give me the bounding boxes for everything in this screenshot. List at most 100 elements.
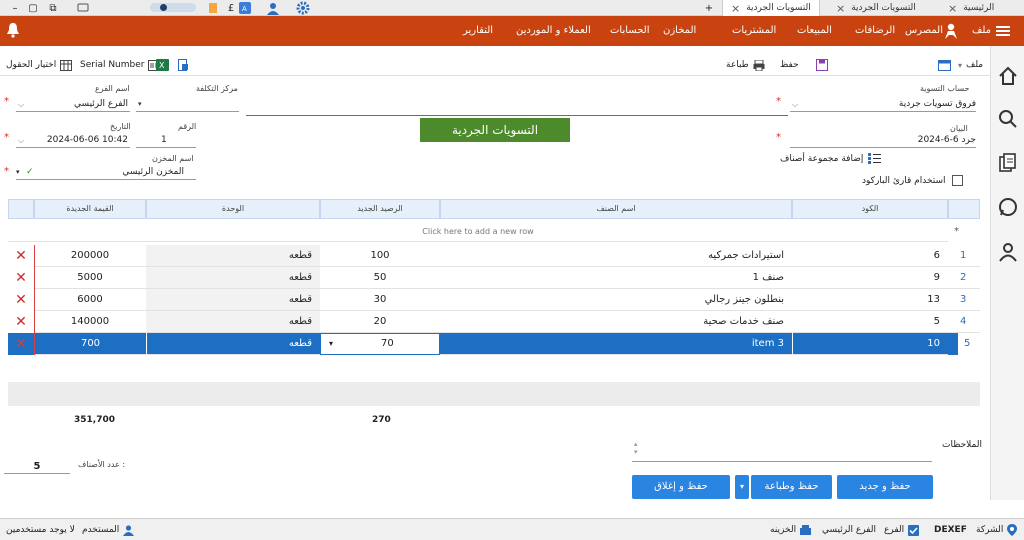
delete-row-icon[interactable]: ✕: [8, 289, 34, 311]
table-row[interactable]: 1 6 استيرادات جمركيه 100 قطعه 200000 ✕: [8, 245, 980, 267]
home-icon[interactable]: [998, 66, 1018, 86]
currency-icon[interactable]: £: [224, 1, 238, 15]
person-icon[interactable]: [944, 23, 958, 39]
cell-new-balance-editor[interactable]: ▾ 70: [320, 333, 440, 355]
maximize-icon[interactable]: ▢: [26, 1, 40, 15]
chat-icon[interactable]: [76, 1, 90, 15]
delete-row-icon[interactable]: ✕: [8, 311, 34, 333]
adjust-account-select[interactable]: ⌵ فروق تسويات جردية: [790, 97, 976, 112]
cell-new-balance[interactable]: 100: [320, 245, 440, 267]
nav-reports[interactable]: التقارير: [463, 16, 493, 46]
save-and-print-button[interactable]: حفظ وطباعة: [751, 475, 832, 499]
minimize-icon[interactable]: –: [8, 1, 22, 15]
notes-textarea[interactable]: ▴ ▾: [632, 440, 932, 462]
cell-unit[interactable]: قطعه: [146, 333, 320, 355]
serial-number-button[interactable]: Serial Number: [80, 58, 161, 72]
whatsapp-icon[interactable]: [998, 197, 1018, 217]
cell-code[interactable]: 9: [792, 267, 948, 289]
cell-item-name[interactable]: صنف خدمات صحية: [440, 311, 792, 333]
nav-file[interactable]: ملف: [972, 16, 991, 46]
date-input[interactable]: ⌵ 2024-06-06 10:42: [16, 133, 130, 148]
tab-inventory-adjustment-active[interactable]: × التسويات الجردية: [722, 0, 820, 16]
scroll-arrows-icon[interactable]: ▴ ▾: [634, 440, 638, 456]
notification-bell-icon[interactable]: [6, 22, 20, 38]
settings-icon[interactable]: [296, 1, 310, 15]
nav-additions[interactable]: الرضافات: [855, 16, 895, 46]
new-tab-icon[interactable]: +: [702, 1, 716, 15]
nav-sales[interactable]: المبيعات: [797, 16, 832, 46]
delete-row-icon[interactable]: ✕: [8, 267, 34, 289]
choose-fields-button[interactable]: اختيار الحقول: [6, 58, 73, 72]
number-input[interactable]: 1: [136, 133, 196, 148]
cell-item-name[interactable]: بنطلون جينز رجالي: [440, 289, 792, 311]
translate-icon[interactable]: A: [238, 1, 252, 15]
save-button[interactable]: حفظ: [780, 58, 799, 72]
table-row[interactable]: 4 5 صنف خدمات صحية 20 قطعه 140000 ✕: [8, 311, 980, 333]
nav-customers-suppliers[interactable]: العملاء و الموردين: [516, 16, 591, 46]
cell-item-name[interactable]: استيرادات جمركيه: [440, 245, 792, 267]
nav-purchases[interactable]: المشتريات: [732, 16, 776, 46]
profile-icon[interactable]: [998, 242, 1018, 262]
cell-code[interactable]: 10: [792, 333, 948, 355]
save-disk-button[interactable]: [816, 58, 828, 72]
tab-home[interactable]: × الرئيسية: [948, 0, 994, 16]
nav-accounts[interactable]: الحسابات: [610, 16, 650, 46]
tab-inventory-adjustment[interactable]: × التسويات الجردية: [836, 0, 916, 16]
nav-expenses[interactable]: المصرس: [905, 16, 943, 46]
close-icon[interactable]: ×: [836, 3, 845, 14]
cost-center-select[interactable]: ▾: [136, 97, 239, 112]
cell-code[interactable]: 6: [792, 245, 948, 267]
cell-unit[interactable]: قطعه: [146, 311, 320, 333]
column-header-new-value[interactable]: القيمة الجديدة: [34, 199, 146, 219]
barcode-reader-option[interactable]: استخدام قارئ الباركود: [862, 175, 963, 186]
theme-toggle[interactable]: [150, 3, 196, 12]
column-header-item-name[interactable]: اسم الصنف: [440, 199, 792, 219]
table-row[interactable]: 3 13 بنطلون جينز رجالي 30 قطعه 6000 ✕: [8, 289, 980, 311]
cell-unit[interactable]: قطعه: [146, 267, 320, 289]
cell-new-value[interactable]: 140000: [34, 311, 146, 333]
cell-new-value[interactable]: 5000: [34, 267, 146, 289]
branch-select[interactable]: ⌵ الفرع الرئيسي: [16, 97, 130, 112]
excel-export-button[interactable]: X: [156, 58, 169, 72]
delete-row-icon[interactable]: ✕: [8, 245, 34, 267]
column-header-new-balance[interactable]: الرصيد الجديد: [320, 199, 440, 219]
new-balance-input[interactable]: 70: [381, 334, 394, 354]
cell-new-balance[interactable]: 20: [320, 311, 440, 333]
close-icon[interactable]: ×: [731, 3, 740, 14]
cell-new-balance[interactable]: 50: [320, 267, 440, 289]
file-menu-button[interactable]: ▾ ملف: [958, 58, 983, 72]
export-document-button[interactable]: [178, 58, 189, 72]
barcode-reader-checkbox[interactable]: [951, 175, 963, 186]
add-new-row-hint[interactable]: Click here to add a new row: [8, 222, 948, 242]
note-icon[interactable]: [206, 1, 220, 15]
table-row[interactable]: 2 9 صنف 1 50 قطعه 5000 ✕: [8, 267, 980, 289]
restore-icon[interactable]: ⧉: [46, 1, 60, 15]
caret-down-icon[interactable]: ▾: [329, 339, 333, 348]
documents-icon[interactable]: [998, 153, 1018, 173]
statement-input[interactable]: جرد 6-6-2024: [790, 133, 976, 148]
cell-code[interactable]: 13: [792, 289, 948, 311]
delete-row-icon[interactable]: ✕: [8, 333, 34, 355]
save-and-close-button[interactable]: حفظ و إغلاق: [632, 475, 730, 499]
save-options-dropdown[interactable]: ▾: [735, 475, 749, 499]
nav-stores[interactable]: المخازن: [663, 16, 696, 46]
column-header-code[interactable]: الكود: [792, 199, 948, 219]
search-icon[interactable]: [998, 109, 1018, 129]
menu-icon[interactable]: [996, 26, 1010, 36]
store-select[interactable]: ▾ ✓ المخزن الرئيسي: [16, 165, 196, 180]
cell-new-balance[interactable]: 30: [320, 289, 440, 311]
cell-new-value[interactable]: 700: [34, 333, 146, 355]
cell-unit[interactable]: قطعه: [146, 245, 320, 267]
save-and-new-button[interactable]: حفظ و جديد: [837, 475, 933, 499]
add-items-group-button[interactable]: إضافة مجموعة أصناف: [780, 153, 882, 164]
cell-item-name[interactable]: item 3: [440, 333, 792, 355]
close-icon[interactable]: ×: [948, 3, 957, 14]
cell-unit[interactable]: قطعه: [146, 289, 320, 311]
cell-new-value[interactable]: 6000: [34, 289, 146, 311]
column-header-unit[interactable]: الوحدة: [146, 199, 320, 219]
layout-button[interactable]: [938, 58, 951, 72]
cell-code[interactable]: 5: [792, 311, 948, 333]
table-row-selected[interactable]: ← 5 10 item 3 ▾ 70 قطعه 700 ✕: [8, 333, 980, 355]
user-icon[interactable]: [266, 1, 280, 15]
cell-item-name[interactable]: صنف 1: [440, 267, 792, 289]
